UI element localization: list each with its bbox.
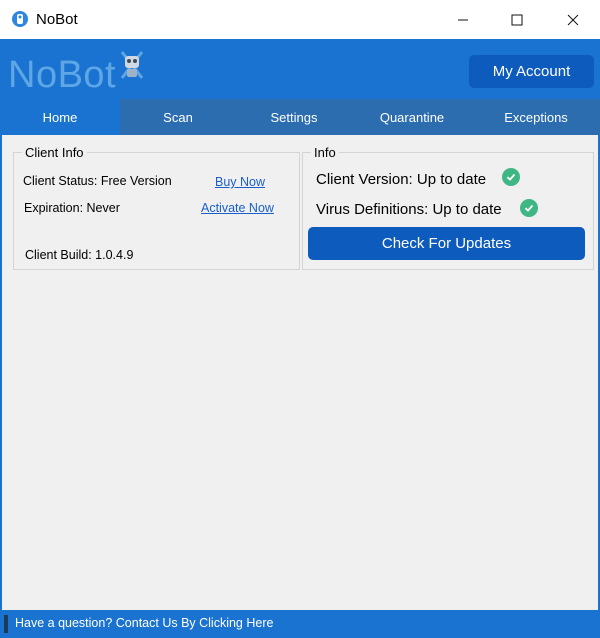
maximize-button[interactable] — [490, 0, 544, 39]
title-bar: NoBot — [0, 0, 600, 39]
tab-bar: Home Scan Settings Quarantine Exceptions — [0, 99, 600, 135]
expiration-label: Expiration: Never — [24, 201, 120, 215]
tab-home[interactable]: Home — [0, 99, 120, 135]
robot-logo-icon — [120, 51, 144, 79]
check-circle-icon — [502, 168, 520, 186]
tab-scan[interactable]: Scan — [120, 99, 236, 135]
check-circle-icon — [520, 199, 538, 217]
minimize-icon — [458, 19, 468, 20]
check-for-updates-button[interactable]: Check For Updates — [308, 227, 585, 260]
client-build-label: Client Build: 1.0.4.9 — [25, 248, 134, 262]
minimize-button[interactable] — [436, 0, 490, 39]
my-account-button[interactable]: My Account — [469, 55, 594, 88]
close-button[interactable] — [546, 0, 600, 39]
contact-us-link[interactable]: Have a question? Contact Us By Clicking … — [15, 616, 273, 630]
buy-now-link[interactable]: Buy Now — [215, 175, 265, 189]
maximize-icon — [511, 14, 523, 25]
brand-logo-text: NoBot — [8, 54, 117, 96]
nobot-app-icon — [12, 11, 28, 27]
client-version-status: Client Version: Up to date — [316, 171, 487, 188]
activate-now-link[interactable]: Activate Now — [201, 201, 274, 215]
close-icon — [567, 14, 579, 25]
tab-quarantine[interactable]: Quarantine — [352, 99, 472, 135]
virus-definitions-status: Virus Definitions: Up to date — [316, 201, 502, 218]
footer-accent — [4, 615, 8, 633]
info-title: Info — [311, 145, 339, 160]
tab-settings[interactable]: Settings — [236, 99, 352, 135]
window-title: NoBot — [36, 11, 78, 28]
client-status-label: Client Status: Free Version — [23, 174, 172, 188]
footer-bar: Have a question? Contact Us By Clicking … — [0, 610, 600, 638]
tab-exceptions[interactable]: Exceptions — [472, 99, 600, 135]
client-info-title: Client Info — [22, 145, 87, 160]
